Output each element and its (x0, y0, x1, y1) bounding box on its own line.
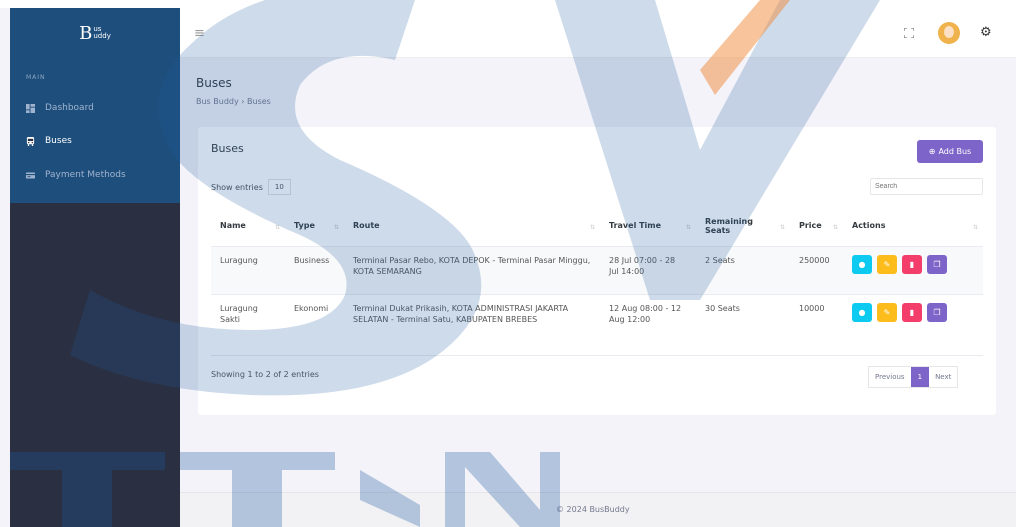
copy-icon: ❐ (933, 259, 941, 269)
cell-name: Luragung Sakti (211, 294, 285, 356)
delete-button[interactable]: ▮ (902, 254, 922, 274)
entries-control: Show entries 10 (211, 179, 291, 195)
card-title: Buses (211, 142, 244, 155)
cell-seats: 30 Seats (696, 294, 790, 356)
pencil-icon: ✎ (883, 307, 891, 317)
sidebar: B us uddy MAIN Dashboard Buses Payment M… (10, 8, 180, 527)
eye-icon: ● (858, 259, 866, 269)
sort-icon: ⇅ (333, 224, 339, 231)
gear-icon[interactable]: ⚙ (980, 26, 992, 39)
view-button[interactable]: ● (852, 254, 872, 274)
top-header: ≡ ⚙ (180, 8, 1016, 58)
plus-circle-icon: ⊕ (928, 147, 936, 156)
cell-name: Luragung (211, 246, 285, 295)
column-header-price[interactable]: Price ⇅ (790, 206, 843, 247)
delete-button[interactable]: ▮ (902, 302, 922, 322)
edit-button[interactable]: ✎ (877, 254, 897, 274)
cell-price: 10000 (790, 294, 843, 356)
sort-icon: ⇅ (589, 224, 595, 231)
sidebar-item-buses[interactable]: Buses (26, 136, 72, 146)
column-header-name[interactable]: Name ⇅ (211, 206, 285, 247)
sort-icon: ⇅ (685, 224, 691, 231)
copy-button[interactable]: ❐ (927, 302, 947, 322)
sidebar-item-label: Dashboard (45, 103, 94, 113)
pagination: Previous 1 Next (868, 366, 959, 388)
table-info: Showing 1 to 2 of 2 entries (211, 370, 319, 379)
view-button[interactable]: ● (852, 302, 872, 322)
cell-price: 250000 (790, 246, 843, 295)
sidebar-item-dashboard[interactable]: Dashboard (26, 103, 94, 113)
column-header-type[interactable]: Type ⇅ (285, 206, 344, 247)
cell-actions: ● ✎ ▮ ❐ (843, 294, 983, 356)
cell-travel-time: 12 Aug 08:00 - 12 Aug 12:00 (600, 294, 696, 356)
logo-word: us uddy (93, 26, 110, 40)
sort-icon: ⇅ (274, 224, 280, 231)
menu-section-title: MAIN (26, 74, 46, 81)
previous-page-button[interactable]: Previous (869, 367, 911, 387)
card-icon (26, 172, 35, 178)
trash-icon: ▮ (909, 259, 915, 269)
search-input[interactable] (870, 178, 983, 195)
entries-label: Show entries (211, 182, 263, 192)
cell-route: Terminal Pasar Rebo, KOTA DEPOK - Termin… (344, 246, 600, 295)
buses-card: Buses ⊕ Add Bus Show entries 10 Name⇅ Ty… (198, 127, 996, 415)
fullscreen-icon[interactable] (904, 28, 914, 38)
page-1-button[interactable]: 1 (910, 367, 930, 387)
add-bus-button[interactable]: ⊕ Add Bus (917, 140, 983, 163)
add-bus-label: Add Bus (938, 147, 972, 156)
table-row: Luragung Business Terminal Pasar Rebo, K… (211, 246, 983, 295)
entries-select[interactable]: 10 (267, 179, 291, 195)
page-title: Buses (196, 76, 232, 90)
breadcrumb-home[interactable]: Bus Buddy (196, 97, 239, 106)
logo-letter: B (79, 22, 93, 44)
sort-icon: ⇅ (832, 224, 838, 231)
column-header-remaining-seats[interactable]: Remaining Seats ⇅ (696, 206, 790, 247)
buses-table: Name ⇅ Type ⇅ Route ⇅ Travel Time ⇅ Remainin… (211, 206, 983, 356)
column-header-travel-time[interactable]: Travel Time ⇅ (600, 206, 696, 247)
copy-button[interactable]: ❐ (927, 254, 947, 274)
cell-type: Ekonomi (285, 294, 344, 356)
logo-bottom: uddy (93, 32, 111, 40)
edit-button[interactable]: ✎ (877, 302, 897, 322)
cell-travel-time: 28 Jul 07:00 - 28 Jul 14:00 (600, 246, 696, 295)
cell-type: Business (285, 246, 344, 295)
table-row: Luragung Sakti Ekonomi Terminal Dukat Pr… (211, 294, 983, 356)
bus-icon (26, 136, 35, 146)
footer-copyright: © 2024 BusBuddy (556, 505, 630, 514)
sidebar-item-payment-methods[interactable]: Payment Methods (26, 170, 126, 180)
top-strip (0, 0, 1016, 8)
brand-logo[interactable]: B us uddy (10, 8, 180, 58)
sort-icon: ⇅ (779, 224, 785, 231)
copy-icon: ❐ (933, 307, 941, 317)
breadcrumb: Bus Buddy › Buses (196, 97, 271, 106)
eye-icon: ● (858, 307, 866, 317)
column-header-route[interactable]: Route ⇅ (344, 206, 600, 247)
cell-route: Terminal Dukat Prikasih, KOTA ADMINISTRA… (344, 294, 600, 356)
column-header-actions[interactable]: Actions ⇅ (843, 206, 983, 247)
sidebar-item-label: Buses (45, 136, 72, 146)
pencil-icon: ✎ (883, 259, 891, 269)
avatar[interactable] (938, 22, 960, 44)
next-page-button[interactable]: Next (929, 367, 957, 387)
cell-seats: 2 Seats (696, 246, 790, 295)
breadcrumb-current: Buses (247, 97, 271, 106)
avatar-face (944, 26, 954, 38)
dashboard-icon (26, 103, 35, 113)
sort-icon: ⇅ (972, 224, 978, 231)
cell-actions: ● ✎ ▮ ❐ (843, 246, 983, 295)
table-header-row: Name ⇅ Type ⇅ Route ⇅ Travel Time ⇅ Remainin… (211, 206, 983, 247)
sidebar-item-label: Payment Methods (45, 170, 126, 180)
footer: © 2024 BusBuddy (180, 492, 1016, 527)
menu-toggle-icon[interactable]: ≡ (194, 27, 205, 40)
trash-icon: ▮ (909, 307, 915, 317)
